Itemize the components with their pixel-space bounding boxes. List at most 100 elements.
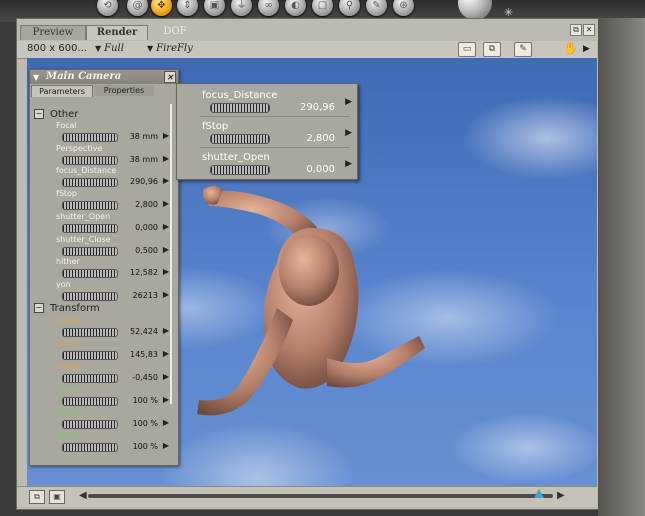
tab-preview[interactable]: Preview [20,25,86,40]
render-engine-dropdown[interactable]: ▼ FireFly [147,43,193,54]
main-camera-title-bar[interactable]: ▼ Main Camera ✕ [30,70,178,84]
parameter-dial[interactable] [62,397,118,406]
parameter-value[interactable]: 0,000 [135,223,158,232]
parameter-value[interactable]: 100 % [133,419,158,428]
parameter-value[interactable]: 38 mm [130,155,158,164]
parameter-value[interactable]: -0,450 [132,373,158,382]
parameter-value[interactable]: 100 % [133,396,158,405]
parameter-dial[interactable] [62,420,118,429]
parameter-row[interactable]: Focal 38 mm ▶ [54,121,172,144]
parameter-row[interactable]: yon 26213 ▶ [54,280,172,303]
direct-manipulation-tool-icon[interactable]: ⚲ [339,0,360,16]
parameter-dial[interactable] [62,155,118,165]
view-magnifier-tool-icon[interactable]: ▢ [312,0,333,16]
dof-parameter-menu-arrow-icon[interactable]: ▶ [345,128,352,138]
parameter-row[interactable]: shutter_Close 0,500 ▶ [54,235,172,258]
timeline-forward-arrow-icon[interactable]: ▶ [557,490,565,501]
translate-tool-icon[interactable]: ✥ [151,0,172,16]
parameter-row[interactable]: xScale 100 % ▶ [54,431,172,454]
render-icon[interactable]: ▭ [458,42,476,57]
morphing-tool-icon[interactable]: ✎ [366,0,387,16]
dof-parameter-dial[interactable] [210,103,270,113]
parameter-menu-arrow-icon[interactable]: ▶ [163,326,169,335]
parameter-dial[interactable] [62,223,118,233]
light-sphere-icon[interactable] [458,0,492,20]
parameter-dial[interactable] [62,328,118,337]
collapse-icon[interactable]: − [34,109,44,119]
parameter-dial[interactable] [62,291,118,301]
tab-properties[interactable]: Properties [94,85,154,96]
parameter-dial[interactable] [62,178,118,188]
chain-break-tool-icon[interactable]: ∞ [258,0,279,16]
chevron-down-icon[interactable]: ▼ [33,70,39,84]
maximize-icon[interactable]: ⧉ [570,24,582,36]
parameter-row[interactable]: DollyX -0,450 ▶ [54,362,172,385]
parameter-value[interactable]: 12,582 [130,268,158,277]
section-transform[interactable]: − Transform [34,303,100,317]
translate-in-out-tool-icon[interactable]: ⇕ [177,0,198,16]
parameter-value[interactable]: 145,83 [130,350,158,359]
taper-tool-icon[interactable]: ⏚ [231,0,252,16]
parameter-menu-arrow-icon[interactable]: ▶ [163,395,169,404]
render-quality-dropdown[interactable]: ▼ Full [95,43,124,54]
parameter-menu-arrow-icon[interactable]: ▶ [163,154,169,163]
parameter-menu-arrow-icon[interactable]: ▶ [163,441,169,450]
parameter-row[interactable]: fStop 2,800 ▶ [54,189,172,212]
parameter-value[interactable]: 38 mm [130,132,158,141]
color-tool-icon[interactable]: ◐ [285,0,306,16]
parameter-row[interactable]: hither 12,582 ▶ [54,257,172,280]
close-icon[interactable]: ✕ [583,24,595,36]
collapse-icon[interactable]: − [34,303,44,313]
twist-tool-icon[interactable]: @ [127,0,148,16]
parameter-dial[interactable] [62,133,118,142]
parameter-dial[interactable] [62,374,118,383]
parameter-value[interactable]: 52,424 [130,327,158,336]
rotate-tool-icon[interactable]: ⟲ [97,0,118,16]
parameter-dial[interactable] [62,351,118,360]
timeline-frame-marker[interactable] [534,489,545,498]
parameter-menu-arrow-icon[interactable]: ▶ [163,176,169,185]
dof-parameter-value[interactable]: 290,96 [300,102,335,113]
dof-parameter-value[interactable]: 2,800 [306,133,335,144]
parameter-row[interactable]: Perspective 38 mm ▶ [54,144,172,167]
parameter-menu-arrow-icon[interactable]: ▶ [163,290,169,299]
parameter-dial[interactable] [62,269,118,279]
chevron-right-icon[interactable]: ▶ [583,44,590,54]
parameter-menu-arrow-icon[interactable]: ▶ [163,372,169,381]
dof-parameter-row[interactable]: focus_Distance 290,96 ▶ [177,86,357,118]
parameter-menu-arrow-icon[interactable]: ▶ [163,222,169,231]
render-settings-icon[interactable]: ⧉ [483,42,501,57]
parameter-row[interactable]: yScale 100 % ▶ [54,408,172,431]
parameter-menu-arrow-icon[interactable]: ▶ [163,267,169,276]
parameter-dial[interactable] [62,246,118,256]
dof-parameter-menu-arrow-icon[interactable]: ▶ [345,97,352,107]
parameter-value[interactable]: 26213 [133,291,158,300]
hand-icon[interactable]: ✋ [563,41,578,55]
parameter-dial[interactable] [62,443,118,452]
dof-parameter-value[interactable]: 0,000 [306,164,335,175]
parameter-menu-arrow-icon[interactable]: ▶ [163,131,169,140]
parameter-value[interactable]: 0,500 [135,246,158,255]
parameter-row[interactable]: DollyZ 52,424 ▶ [54,316,172,339]
dof-parameter-menu-arrow-icon[interactable]: ▶ [345,159,352,169]
parameter-value[interactable]: 100 % [133,442,158,451]
parameter-row[interactable]: DollyY 145,83 ▶ [54,339,172,362]
parameter-menu-arrow-icon[interactable]: ▶ [163,245,169,254]
parameter-row[interactable]: shutter_Open 0,000 ▶ [54,212,172,235]
timeline-back-arrow-icon[interactable]: ◀ [79,490,87,501]
scale-tool-icon[interactable]: ▣ [204,0,225,16]
parameter-value[interactable]: 290,96 [130,177,158,186]
dof-parameter-dial[interactable] [210,165,270,175]
render-preview-icon[interactable]: ▣ [49,490,65,504]
parameter-menu-arrow-icon[interactable]: ▶ [163,418,169,427]
parameter-menu-arrow-icon[interactable]: ▶ [163,349,169,358]
dof-parameter-row[interactable]: shutter_Open 0,000 ▶ [177,148,357,180]
dof-parameter-dial[interactable] [210,134,270,144]
render-edit-icon[interactable]: ✎ [514,42,532,57]
tab-parameters[interactable]: Parameters [31,85,93,97]
parameter-menu-arrow-icon[interactable]: ▶ [163,199,169,208]
parameter-value[interactable]: 2,800 [135,200,158,209]
close-icon[interactable]: ✕ [164,71,176,83]
tab-dof[interactable]: DOF [155,25,195,39]
grouping-tool-icon[interactable]: ⊛ [393,0,414,16]
